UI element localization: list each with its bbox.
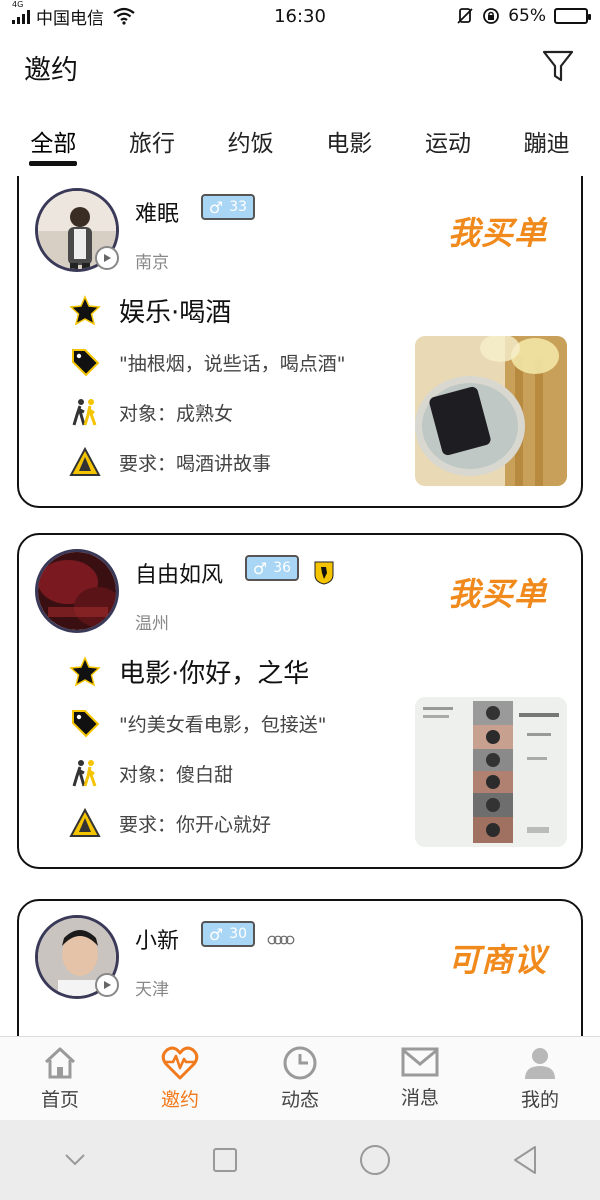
activity-title: 娱乐·喝酒 [119,298,232,328]
user-name: 小新 [135,929,180,954]
user-city: 天津 [135,980,169,1000]
header: 邀约 [0,36,600,98]
audi-logo-icon [267,935,295,945]
requirement-text: 要求：你开心就好 [119,813,272,836]
star-icon [69,655,101,688]
nav-label: 动态 [280,1089,319,1111]
male-icon: ♂ [208,924,224,944]
target-text: 对象：傻白甜 [119,763,234,786]
male-icon: ♂ [208,197,224,217]
nav-invitations[interactable]: 邀约 [120,1037,240,1120]
square-icon [213,1148,237,1172]
user-icon [525,1048,555,1079]
carrier-name: 中国电信 [36,8,104,29]
tab-travel[interactable]: 旅行 [129,112,175,168]
back-button[interactable] [505,1140,545,1180]
collapse-button[interactable] [55,1140,95,1180]
activity-title: 电影·你好，之华 [119,659,310,689]
walking-people-icon [69,396,101,428]
tab-movie[interactable]: 电影 [326,112,372,168]
tab-sports[interactable]: 运动 [425,112,471,168]
tag-icon [69,707,101,739]
play-icon[interactable] [95,246,119,270]
user-name: 自由如风 [135,563,224,588]
signal-icon: 4G [12,0,30,24]
tab-disco[interactable]: 蹦迪 [524,112,570,168]
invitation-card[interactable]: 难眠 ♂ 33 南京 我买单 娱乐·喝酒 "抽根烟，说些话，喝点酒" 对象：成熟… [17,176,583,508]
invitation-card[interactable]: 小新 ♂ 30 天津 可商议 [17,899,583,1036]
user-city: 温州 [135,614,169,634]
walking-people-icon [69,757,101,789]
home-button[interactable] [355,1140,395,1180]
nav-label: 消息 [400,1087,439,1109]
nav-moments[interactable]: 动态 [240,1037,360,1120]
user-name: 难眠 [135,202,180,227]
invitation-card[interactable]: 自由如风 ♂ 36 温州 我买单 电影·你好，之华 "约美女看电影，包接送" 对… [17,533,583,869]
wifi-icon [113,7,135,25]
gender-age-badge: ♂ 30 [201,921,255,947]
recents-button[interactable] [205,1140,245,1180]
male-icon: ♂ [252,558,268,578]
home-icon [44,1047,76,1079]
activity-image[interactable] [415,336,567,486]
nav-label: 邀约 [160,1089,199,1111]
page-title: 邀约 [24,54,78,86]
play-icon[interactable] [95,973,119,997]
invitation-quote: "抽根烟，说些话，喝点酒" [119,352,346,375]
nav-label: 首页 [40,1089,79,1111]
category-tabs: 全部 旅行 约饭 电影 运动 蹦迪 [0,112,600,168]
user-city: 南京 [135,253,169,273]
battery-percent: 65% [508,6,546,26]
gender-age-badge: ♂ 36 [245,555,299,581]
chevron-down-icon [65,1154,85,1166]
clock-time: 16:30 [274,5,326,27]
tab-all[interactable]: 全部 [29,112,78,168]
mail-icon [401,1047,439,1077]
nav-home[interactable]: 首页 [0,1037,120,1120]
payment-tag: 我买单 [447,575,547,613]
target-text: 对象：成熟女 [119,402,234,425]
payment-tag: 我买单 [447,214,547,252]
network-type: 4G [12,0,24,9]
gender-age-badge: ♂ 33 [201,194,255,220]
mute-icon [457,8,473,24]
age: 36 [273,560,292,576]
triangle-icon [69,807,101,839]
movie-poster-image[interactable] [415,697,567,847]
star-icon [69,294,101,327]
invitation-feed: 难眠 ♂ 33 南京 我买单 娱乐·喝酒 "抽根烟，说些话，喝点酒" 对象：成熟… [0,176,600,1036]
nav-label: 我的 [520,1089,559,1111]
tag-icon [69,346,101,378]
back-triangle-icon [514,1146,536,1174]
battery-icon [554,8,591,24]
filter-icon [542,50,574,82]
bottom-navigation: 首页 邀约 动态 消息 我的 [0,1036,600,1120]
filter-button[interactable] [540,49,576,85]
age: 33 [229,199,248,215]
heartbeat-icon [161,1046,199,1080]
status-bar: 4G 中国电信 16:30 65% [0,0,600,32]
ferrari-logo-icon [314,561,334,585]
triangle-icon [69,446,101,478]
rotation-lock-icon [483,8,500,24]
payment-tag: 可商议 [447,941,547,979]
system-navigation-bar [0,1120,600,1200]
nav-profile[interactable]: 我的 [480,1037,600,1120]
age: 30 [229,926,248,942]
tab-dining[interactable]: 约饭 [228,112,274,168]
invitation-quote: "约美女看电影，包接送" [119,713,327,736]
clock-icon [283,1046,317,1080]
requirement-text: 要求：喝酒讲故事 [119,452,272,475]
circle-icon [360,1145,390,1175]
avatar[interactable] [35,549,119,633]
nav-messages[interactable]: 消息 [360,1037,480,1120]
